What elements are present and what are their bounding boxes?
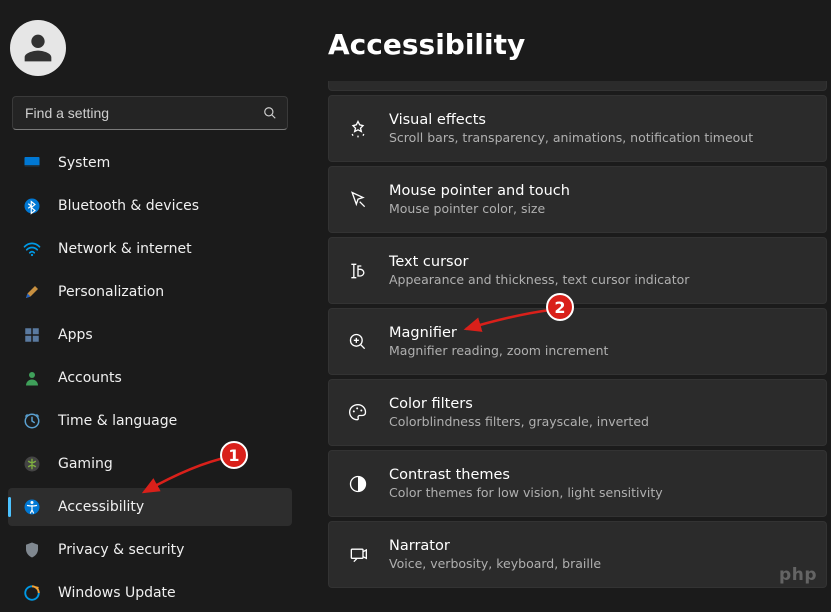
bluetooth-icon: [22, 196, 42, 216]
gaming-icon: [22, 454, 42, 474]
sidebar-item-label: Apps: [58, 327, 93, 343]
sidebar-item-label: Accounts: [58, 370, 122, 386]
sidebar-item-privacy[interactable]: Privacy & security: [8, 531, 292, 569]
card-subtitle: Scroll bars, transparency, animations, n…: [389, 130, 753, 145]
sidebar-item-update[interactable]: Windows Update: [8, 574, 292, 612]
card-text: Magnifier Magnifier reading, zoom increm…: [389, 325, 608, 358]
sidebar-item-label: System: [58, 155, 110, 171]
wifi-icon: [22, 239, 42, 259]
card-narrator[interactable]: Narrator Voice, verbosity, keyboard, bra…: [328, 521, 827, 588]
system-icon: [22, 153, 42, 173]
accessibility-icon: [22, 497, 42, 517]
card-text: Contrast themes Color themes for low vis…: [389, 467, 663, 500]
sidebar-item-accounts[interactable]: Accounts: [8, 359, 292, 397]
card-partial-top: [328, 81, 827, 91]
sidebar-item-label: Gaming: [58, 456, 113, 472]
card-contrast-themes[interactable]: Contrast themes Color themes for low vis…: [328, 450, 827, 517]
card-subtitle: Voice, verbosity, keyboard, braille: [389, 556, 601, 571]
sidebar-item-label: Time & language: [58, 413, 177, 429]
avatar-wrap: [8, 10, 292, 96]
sidebar-item-network[interactable]: Network & internet: [8, 230, 292, 268]
shield-icon: [22, 540, 42, 560]
card-text-cursor[interactable]: Text cursor Appearance and thickness, te…: [328, 237, 827, 304]
search-box[interactable]: [12, 96, 288, 130]
card-title: Narrator: [389, 538, 601, 554]
sidebar-item-bluetooth[interactable]: Bluetooth & devices: [8, 187, 292, 225]
page-title: Accessibility: [328, 28, 827, 61]
card-magnifier[interactable]: Magnifier Magnifier reading, zoom increm…: [328, 308, 827, 375]
card-text: Narrator Voice, verbosity, keyboard, bra…: [389, 538, 601, 571]
search-input[interactable]: [13, 105, 253, 121]
card-subtitle: Magnifier reading, zoom increment: [389, 343, 608, 358]
color-filters-icon: [347, 402, 369, 424]
card-text: Color filters Colorblindness filters, gr…: [389, 396, 649, 429]
clock-icon: [22, 411, 42, 431]
card-title: Magnifier: [389, 325, 608, 341]
card-title: Mouse pointer and touch: [389, 183, 570, 199]
sidebar-item-label: Accessibility: [58, 499, 144, 515]
card-title: Contrast themes: [389, 467, 663, 483]
card-title: Color filters: [389, 396, 649, 412]
sidebar-item-label: Windows Update: [58, 585, 176, 601]
card-subtitle: Appearance and thickness, text cursor in…: [389, 272, 689, 287]
card-subtitle: Color themes for low vision, light sensi…: [389, 485, 663, 500]
contrast-icon: [347, 473, 369, 495]
annotation-badge-2: 2: [546, 293, 574, 321]
narrator-icon: [347, 544, 369, 566]
sidebar: System Bluetooth & devices Network & int…: [0, 0, 300, 595]
card-subtitle: Mouse pointer color, size: [389, 201, 570, 216]
annotation-badge-1: 1: [220, 441, 248, 469]
nav: System Bluetooth & devices Network & int…: [8, 144, 292, 612]
sidebar-item-system[interactable]: System: [8, 144, 292, 182]
card-text: Text cursor Appearance and thickness, te…: [389, 254, 689, 287]
card-visual-effects[interactable]: Visual effects Scroll bars, transparency…: [328, 95, 827, 162]
card-color-filters[interactable]: Color filters Colorblindness filters, gr…: [328, 379, 827, 446]
text-cursor-icon: [347, 260, 369, 282]
sidebar-item-accessibility[interactable]: Accessibility: [8, 488, 292, 526]
card-mouse-pointer[interactable]: Mouse pointer and touch Mouse pointer co…: [328, 166, 827, 233]
paint-icon: [22, 282, 42, 302]
search-icon[interactable]: [253, 106, 287, 120]
sidebar-item-time[interactable]: Time & language: [8, 402, 292, 440]
sidebar-item-personalization[interactable]: Personalization: [8, 273, 292, 311]
sidebar-item-label: Network & internet: [58, 241, 192, 257]
scroll-area: Visual effects Scroll bars, transparency…: [328, 81, 827, 595]
sidebar-item-gaming[interactable]: Gaming: [8, 445, 292, 483]
card-title: Visual effects: [389, 112, 753, 128]
mouse-pointer-icon: [347, 189, 369, 211]
sidebar-item-label: Personalization: [58, 284, 164, 300]
sidebar-item-label: Bluetooth & devices: [58, 198, 199, 214]
search-wrap: [12, 96, 288, 130]
card-title: Text cursor: [389, 254, 689, 270]
accounts-icon: [22, 368, 42, 388]
sidebar-item-label: Privacy & security: [58, 542, 184, 558]
avatar[interactable]: [10, 20, 66, 76]
update-icon: [22, 583, 42, 603]
watermark: php: [779, 565, 817, 585]
magnifier-icon: [347, 331, 369, 353]
apps-icon: [22, 325, 42, 345]
card-text: Mouse pointer and touch Mouse pointer co…: [389, 183, 570, 216]
card-subtitle: Colorblindness filters, grayscale, inver…: [389, 414, 649, 429]
card-text: Visual effects Scroll bars, transparency…: [389, 112, 753, 145]
user-icon: [22, 32, 54, 64]
sidebar-item-apps[interactable]: Apps: [8, 316, 292, 354]
visual-effects-icon: [347, 118, 369, 140]
